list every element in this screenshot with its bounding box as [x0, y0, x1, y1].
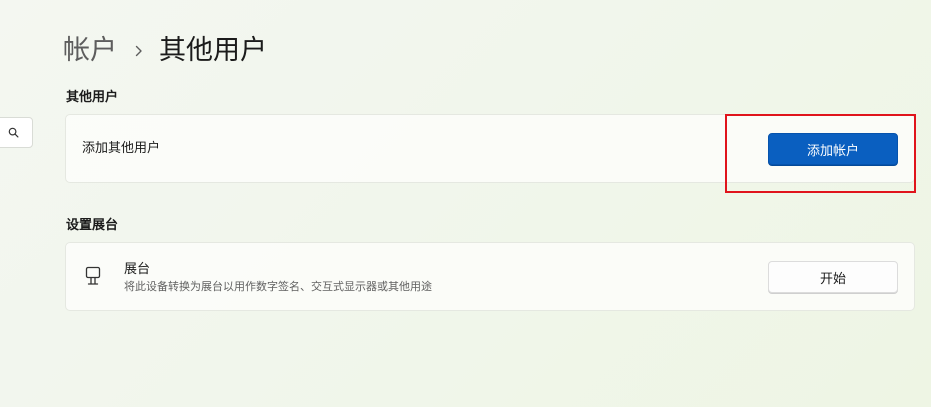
kiosk-card: 展台 将此设备转换为展台以用作数字签名、交互式显示器或其他用途 开始	[65, 242, 915, 311]
start-kiosk-button[interactable]: 开始	[768, 261, 898, 293]
kiosk-description: 将此设备转换为展台以用作数字签名、交互式显示器或其他用途	[124, 280, 432, 293]
page-title: 其他用户	[159, 35, 267, 66]
section-title-other-users: 其他用户	[66, 90, 119, 105]
breadcrumb-parent-accounts[interactable]: 帐户	[63, 30, 117, 72]
section-title-kiosk: 设置展台	[66, 218, 119, 233]
search-button[interactable]	[0, 117, 33, 148]
highlight-box	[725, 114, 916, 193]
kiosk-icon	[85, 266, 101, 285]
kiosk-title: 展台	[124, 262, 151, 277]
add-other-user-label: 添加其他用户	[82, 141, 161, 156]
chevron-right-icon	[135, 45, 143, 57]
breadcrumb: 帐户 其他用户	[63, 30, 267, 72]
search-icon	[8, 127, 19, 138]
